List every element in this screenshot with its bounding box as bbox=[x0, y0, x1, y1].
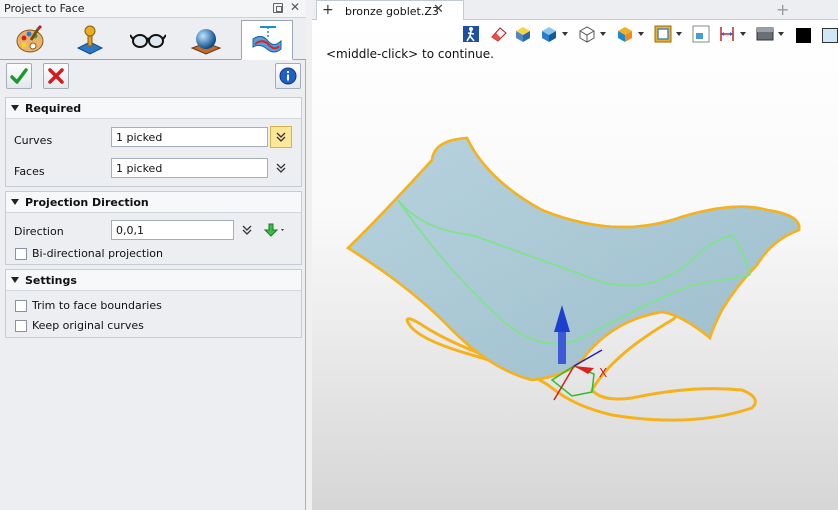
projection-section: Projection Direction Direction 0,0,1 Bi-… bbox=[5, 191, 302, 265]
cancel-button[interactable] bbox=[43, 63, 69, 89]
info-button[interactable] bbox=[275, 63, 301, 89]
ok-button[interactable] bbox=[6, 63, 32, 89]
project-to-face-icon bbox=[252, 26, 282, 53]
required-body: Curves 1 picked Faces 1 picked bbox=[6, 119, 301, 186]
settings-header[interactable]: Settings bbox=[6, 270, 301, 291]
tab-project-to-face[interactable] bbox=[241, 20, 293, 60]
3d-viewport[interactable]: <middle-click> to continue. X bbox=[312, 20, 838, 510]
direction-field[interactable]: 0,0,1 bbox=[111, 220, 234, 240]
settings-body: Trim to face boundaries Keep original cu… bbox=[6, 291, 301, 337]
faces-select-button[interactable] bbox=[270, 157, 292, 179]
faces-label: Faces bbox=[14, 165, 45, 178]
chevron-double-down-icon bbox=[276, 132, 286, 142]
palette-icon bbox=[16, 24, 44, 52]
faces-field[interactable]: 1 picked bbox=[111, 158, 268, 178]
collapse-arrow-icon bbox=[11, 199, 19, 205]
panel-title: Project to Face bbox=[4, 2, 85, 15]
panel-tabbar bbox=[0, 18, 306, 60]
bidirectional-checkbox[interactable] bbox=[15, 248, 27, 260]
required-header[interactable]: Required bbox=[6, 98, 301, 119]
required-section: Required Curves 1 picked Faces 1 picked bbox=[5, 97, 302, 187]
glasses-icon bbox=[130, 33, 166, 48]
trim-label: Trim to face boundaries bbox=[32, 299, 162, 312]
close-icon[interactable]: ✕ bbox=[290, 0, 300, 14]
new-tab-button[interactable]: + bbox=[776, 0, 789, 19]
tab-palette[interactable] bbox=[4, 20, 56, 59]
trim-checkbox[interactable] bbox=[15, 300, 27, 312]
pin-icon[interactable] bbox=[273, 3, 283, 13]
green-down-arrow-icon bbox=[263, 223, 284, 237]
projection-label: Projection Direction bbox=[25, 196, 149, 209]
required-label: Required bbox=[25, 102, 82, 115]
green-check-icon bbox=[10, 68, 28, 84]
direction-label: Direction bbox=[14, 225, 64, 238]
projection-body: Direction 0,0,1 Bi-directional projectio… bbox=[6, 213, 301, 264]
info-icon bbox=[279, 67, 297, 85]
direction-picker-button[interactable] bbox=[260, 219, 290, 241]
document-tab-name: bronze goblet.Z3 bbox=[345, 5, 439, 18]
red-x-icon bbox=[48, 68, 64, 84]
collapse-arrow-icon bbox=[11, 105, 19, 111]
axis-x-label: X bbox=[599, 366, 607, 380]
tab-joystick[interactable] bbox=[64, 20, 116, 59]
model-view[interactable]: X bbox=[312, 20, 838, 510]
sphere-icon bbox=[190, 28, 222, 55]
joystick-icon bbox=[76, 25, 104, 55]
tab-glasses[interactable] bbox=[122, 20, 174, 59]
tab-plus-icon: + bbox=[322, 2, 334, 18]
settings-label: Settings bbox=[25, 274, 77, 287]
panel-titlebar: Project to Face ✕ bbox=[0, 0, 306, 18]
curves-select-button[interactable] bbox=[270, 126, 292, 148]
bidirectional-label: Bi-directional projection bbox=[32, 247, 164, 260]
document-tabbar: + bronze goblet.Z3 ✕ + bbox=[312, 0, 838, 21]
curves-field[interactable]: 1 picked bbox=[111, 127, 268, 147]
collapse-arrow-icon bbox=[11, 277, 19, 283]
surface-face[interactable] bbox=[345, 136, 801, 382]
chevron-double-down-icon bbox=[276, 163, 286, 173]
ok-cancel-bar bbox=[0, 60, 306, 92]
settings-section: Settings Trim to face boundaries Keep or… bbox=[5, 269, 302, 338]
curves-label: Curves bbox=[14, 134, 53, 147]
projection-header[interactable]: Projection Direction bbox=[6, 192, 301, 213]
direction-options-button[interactable] bbox=[236, 219, 258, 241]
tab-sphere[interactable] bbox=[180, 20, 232, 59]
document-tab[interactable]: + bronze goblet.Z3 ✕ bbox=[316, 0, 464, 21]
keep-curves-checkbox[interactable] bbox=[15, 320, 27, 332]
command-panel: Project to Face ✕ Required Curves 1 pick… bbox=[0, 0, 306, 510]
close-tab-icon[interactable]: ✕ bbox=[433, 2, 444, 17]
chevron-double-down-icon bbox=[242, 225, 252, 235]
keep-curves-label: Keep original curves bbox=[32, 319, 144, 332]
